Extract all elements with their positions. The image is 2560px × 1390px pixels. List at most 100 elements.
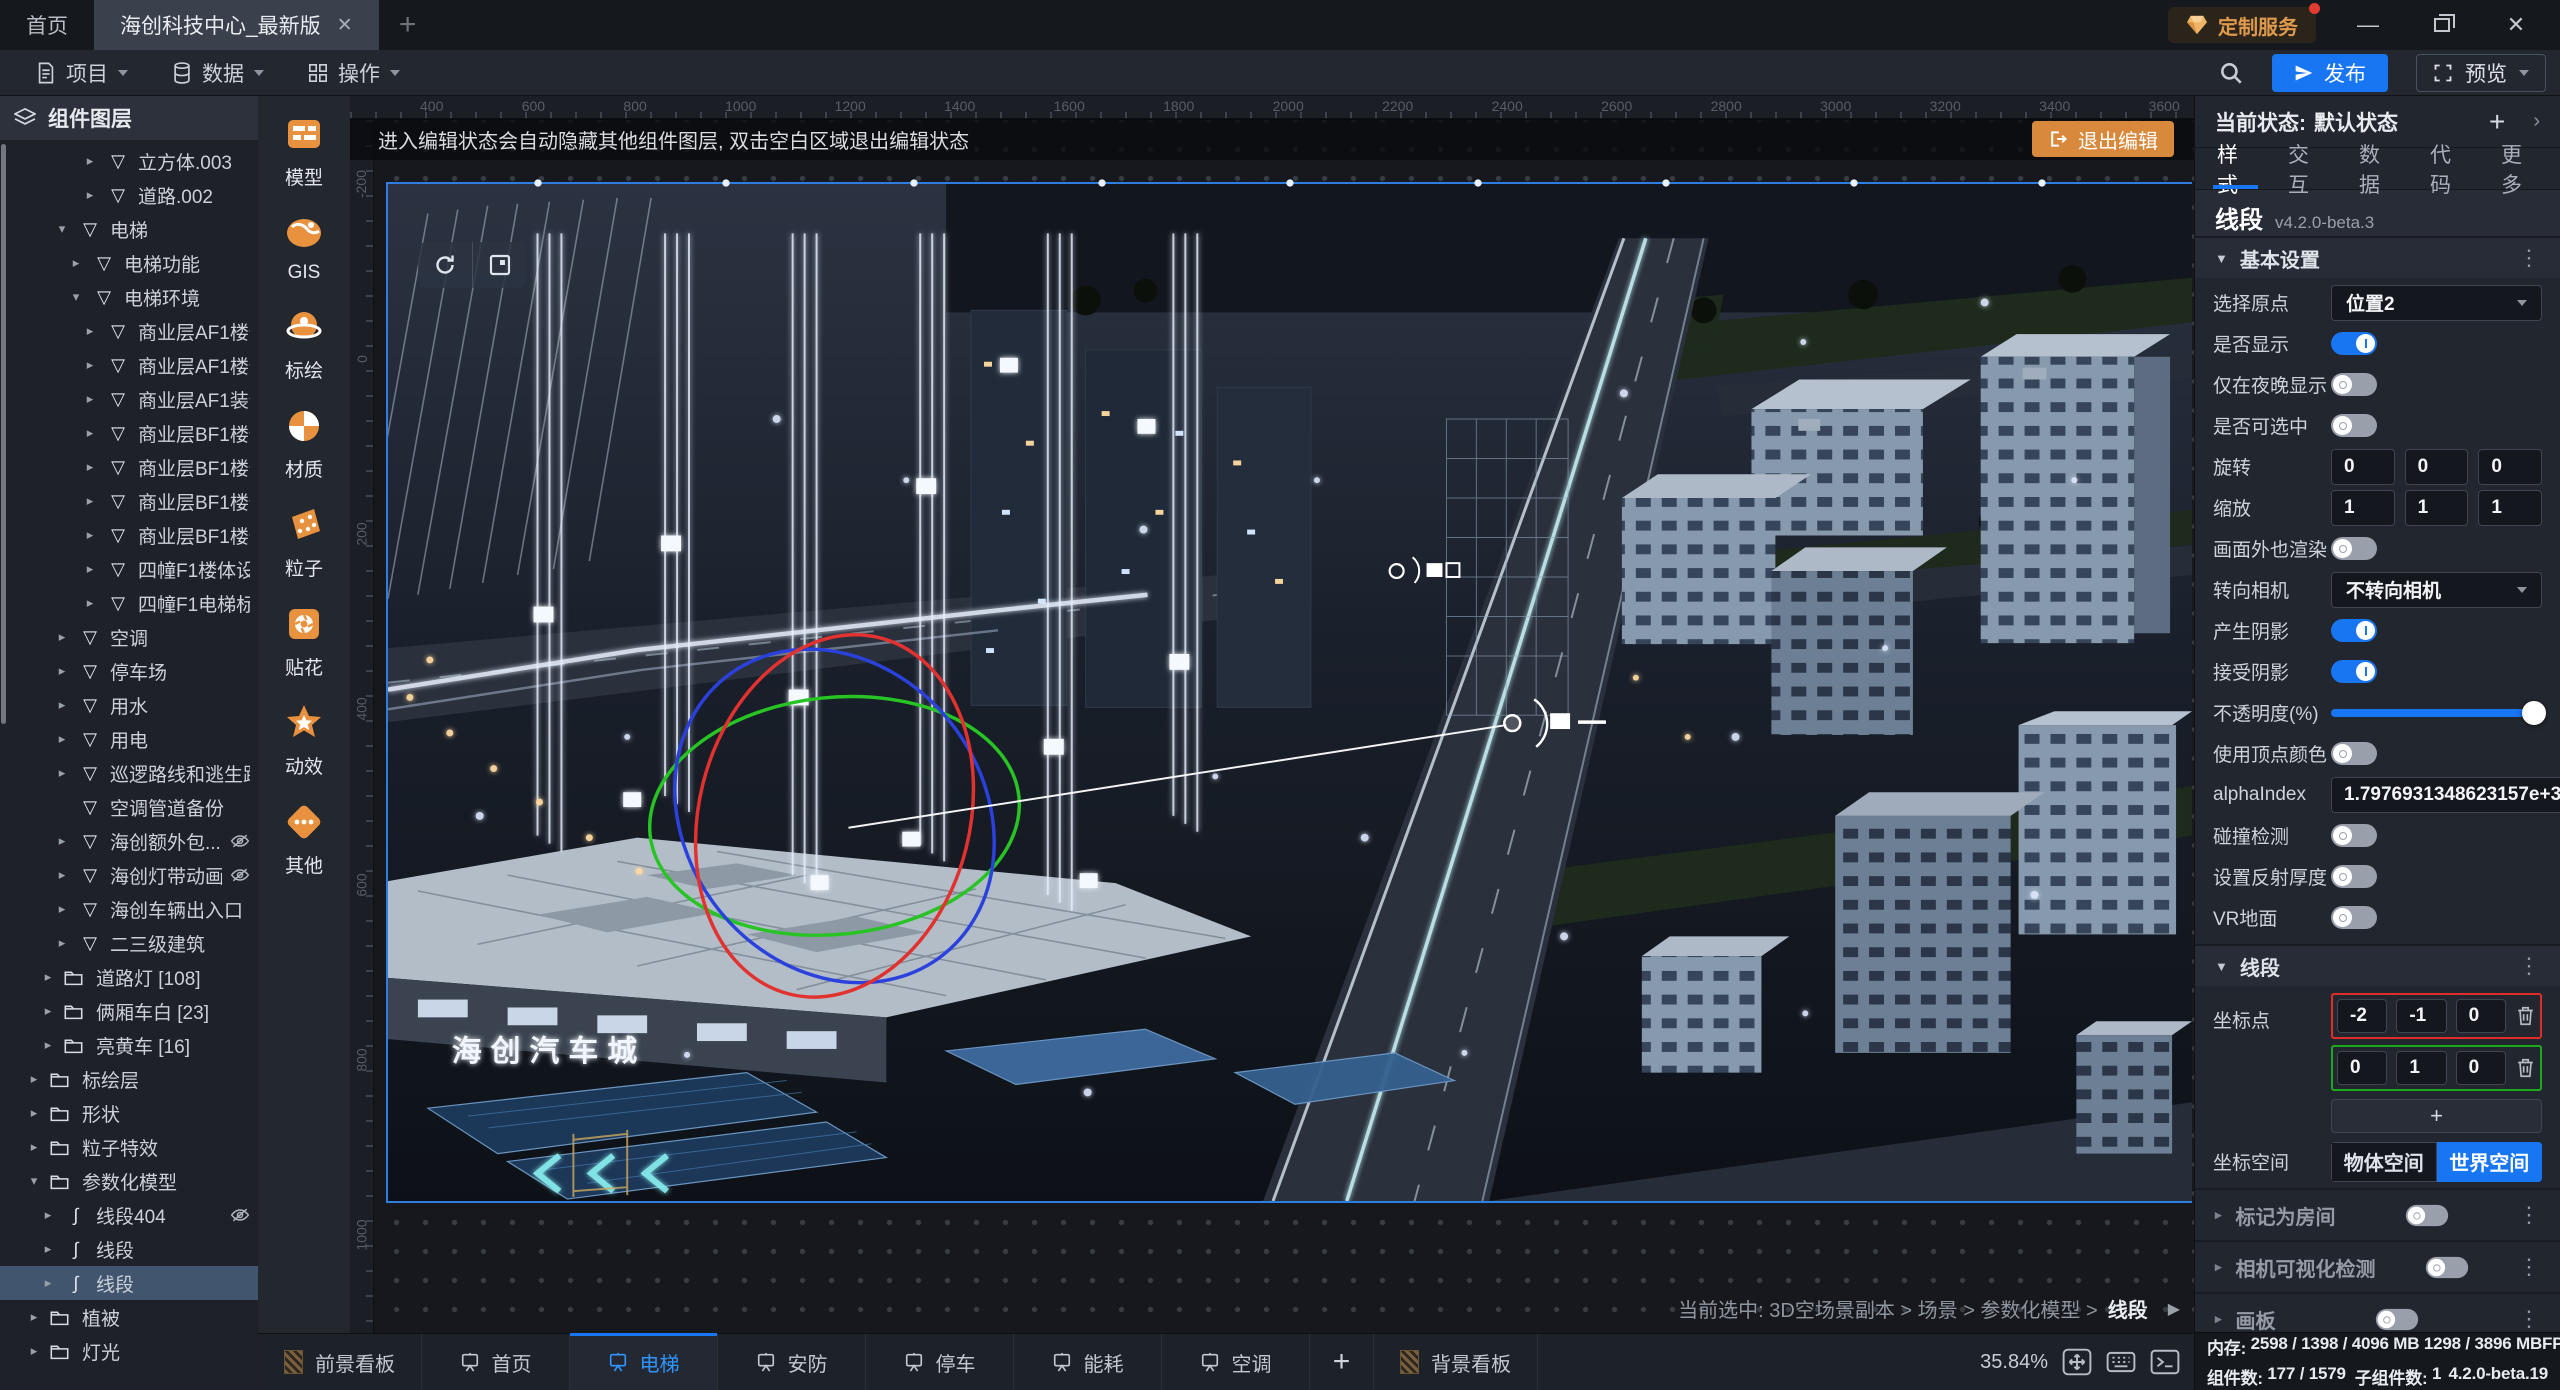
kebab-menu-icon[interactable]: ⋮ — [2518, 1202, 2540, 1228]
expander-icon[interactable]: ▸ — [54, 731, 70, 747]
tree-item[interactable]: ▸▽停车场 — [0, 654, 258, 688]
tree-item[interactable]: ▽空调管道备份 — [0, 790, 258, 824]
tool-plot[interactable]: 标绘 — [282, 305, 326, 383]
segment-option[interactable]: 物体空间 — [2331, 1142, 2437, 1182]
expander-icon[interactable]: ▸ — [54, 867, 70, 883]
tool-gis[interactable]: GIS — [282, 211, 326, 284]
page-tab-6[interactable]: 空调 — [1162, 1334, 1310, 1390]
expander-icon[interactable]: ▸ — [54, 901, 70, 917]
coord-input[interactable]: 0 — [2337, 1051, 2387, 1085]
reset-view-button[interactable] — [418, 242, 472, 288]
chevron-right-icon[interactable]: › — [2533, 110, 2540, 133]
page-tab-2[interactable]: 电梯 — [570, 1334, 718, 1390]
search-icon[interactable] — [2218, 60, 2244, 86]
menu-2[interactable]: 操作 — [286, 50, 422, 95]
tree-item[interactable]: ▸▽海创额外包... — [0, 824, 258, 858]
minimize-button[interactable]: — — [2346, 12, 2390, 38]
title-tab-0[interactable]: 首页 — [0, 0, 94, 50]
select-field[interactable]: 不转向相机 — [2331, 572, 2542, 608]
page-tab-0[interactable]: 前景看板 — [258, 1334, 422, 1390]
kebab-menu-icon[interactable]: ⋮ — [2518, 245, 2540, 271]
coord-input[interactable]: 0 — [2456, 1051, 2506, 1085]
exit-edit-button[interactable]: 退出编辑 — [2032, 121, 2174, 157]
tree-item[interactable]: ▸▽道路.002 — [0, 178, 258, 212]
tree-item[interactable]: ▸粒子特效 — [0, 1130, 258, 1164]
expander-icon[interactable]: ▸ — [40, 1207, 56, 1223]
tree-item[interactable]: ▸▽商业层BF1楼体.002 — [0, 416, 258, 450]
tab-2[interactable]: 数据 — [2359, 148, 2396, 189]
tree-item[interactable]: ▸▽商业层AF1装饰.002 — [0, 382, 258, 416]
segment-option[interactable]: 世界空间 — [2437, 1142, 2543, 1182]
tree-item[interactable]: ▸植被 — [0, 1300, 258, 1334]
toggle[interactable] — [2331, 660, 2377, 683]
expander-icon[interactable]: ▸ — [82, 187, 98, 203]
expander-icon[interactable]: ▸ — [26, 1343, 42, 1359]
tab-1[interactable]: 交互 — [2288, 148, 2325, 189]
expander-icon[interactable]: ▸ — [68, 255, 84, 271]
expander-icon[interactable]: ▸ — [54, 765, 70, 781]
page-tab-background[interactable]: 背景看板 — [1374, 1334, 1538, 1390]
expander-icon[interactable]: ▸ — [26, 1071, 42, 1087]
tree-item[interactable]: ▸亮黄车 [16] — [0, 1028, 258, 1062]
toggle[interactable] — [2426, 1256, 2468, 1277]
expander-icon[interactable]: ▸ — [54, 935, 70, 951]
tree-item[interactable]: ▸▽海创车辆出入口 — [0, 892, 258, 926]
collapsed-section-0[interactable]: ▸标记为房间⋮ — [2195, 1188, 2560, 1240]
tree-item[interactable]: ▸∫线段404 — [0, 1198, 258, 1232]
tool-animation[interactable]: 动效 — [282, 701, 326, 779]
toggle[interactable] — [2331, 824, 2377, 847]
toggle[interactable] — [2376, 1308, 2418, 1329]
tree-item[interactable]: ▸▽用电 — [0, 722, 258, 756]
eye-off-icon[interactable] — [230, 832, 250, 850]
pan-tool-button[interactable] — [2062, 1348, 2092, 1376]
toggle[interactable] — [2331, 742, 2377, 765]
page-tab-1[interactable]: 首页 — [422, 1334, 570, 1390]
collapsed-section-2[interactable]: ▸画板⋮ — [2195, 1292, 2560, 1332]
trash-icon[interactable] — [2515, 1005, 2536, 1027]
new-tab-button[interactable]: + — [379, 0, 437, 50]
expander-icon[interactable]: ▸ — [82, 357, 98, 373]
tab-3[interactable]: 代码 — [2430, 148, 2467, 189]
tool-material[interactable]: 材质 — [282, 404, 326, 482]
tree-item[interactable]: ▸俩厢车白 [23] — [0, 994, 258, 1028]
page-tab-5[interactable]: 能耗 — [1014, 1334, 1162, 1390]
expander-icon[interactable]: ▸ — [82, 595, 98, 611]
selection-handles[interactable] — [388, 178, 2192, 188]
eye-off-icon[interactable] — [230, 1206, 250, 1224]
tool-model[interactable]: 模型 — [282, 112, 326, 190]
toggle[interactable] — [2331, 537, 2377, 560]
toggle[interactable] — [2331, 414, 2377, 437]
menu-0[interactable]: 项目 — [14, 50, 150, 95]
tree-item[interactable]: ▸▽商业层BF1楼体2.... — [0, 518, 258, 552]
expander-icon[interactable]: ▸ — [40, 1275, 56, 1291]
tree-item[interactable]: ▾▽电梯环境 — [0, 280, 258, 314]
properties-scroll-area[interactable]: ▼ 基本设置 ⋮ 选择原点位置2是否显示仅在夜晚显示是否可选中旋转000缩放11… — [2195, 236, 2560, 1332]
number-input[interactable]: 0 — [2405, 449, 2469, 485]
text-input[interactable]: 1.7976931348623157e+308 — [2331, 777, 2560, 813]
expander-icon[interactable]: ▸ — [40, 1037, 56, 1053]
expander-icon[interactable]: ▸ — [82, 459, 98, 475]
select-field[interactable]: 位置2 — [2331, 285, 2542, 321]
tab-4[interactable]: 更多 — [2501, 148, 2538, 189]
toggle[interactable] — [2331, 332, 2377, 355]
expander-icon[interactable]: ▸ — [82, 527, 98, 543]
toggle[interactable] — [2331, 865, 2377, 888]
tree-item[interactable]: ▾▽电梯 — [0, 212, 258, 246]
tree-item[interactable]: ▸▽商业层BF1楼体.玻... — [0, 450, 258, 484]
shortcut-keys-button[interactable] — [2106, 1348, 2136, 1376]
tree-item[interactable]: ▸▽商业层BF1楼体2.0... — [0, 484, 258, 518]
expander-icon[interactable]: ▸ — [82, 391, 98, 407]
expander-icon[interactable]: ▸ — [2215, 1311, 2222, 1327]
3d-city-scene[interactable]: 海创汽车城 — [388, 184, 2192, 1201]
kebab-menu-icon[interactable]: ⋮ — [2518, 1254, 2540, 1280]
expander-icon[interactable]: ▸ — [82, 323, 98, 339]
toggle[interactable] — [2406, 1204, 2448, 1225]
tree-item[interactable]: ▸▽四幢F1楼体设备... — [0, 552, 258, 586]
number-input[interactable]: 0 — [2478, 449, 2542, 485]
coord-input[interactable]: -1 — [2396, 999, 2446, 1033]
publish-button[interactable]: 发布 — [2272, 54, 2388, 92]
kebab-menu-icon[interactable]: ⋮ — [2518, 1306, 2540, 1332]
restore-button[interactable] — [2420, 12, 2464, 38]
slider-knob[interactable] — [2522, 701, 2546, 725]
tree-item[interactable]: ▸道路灯 [108] — [0, 960, 258, 994]
